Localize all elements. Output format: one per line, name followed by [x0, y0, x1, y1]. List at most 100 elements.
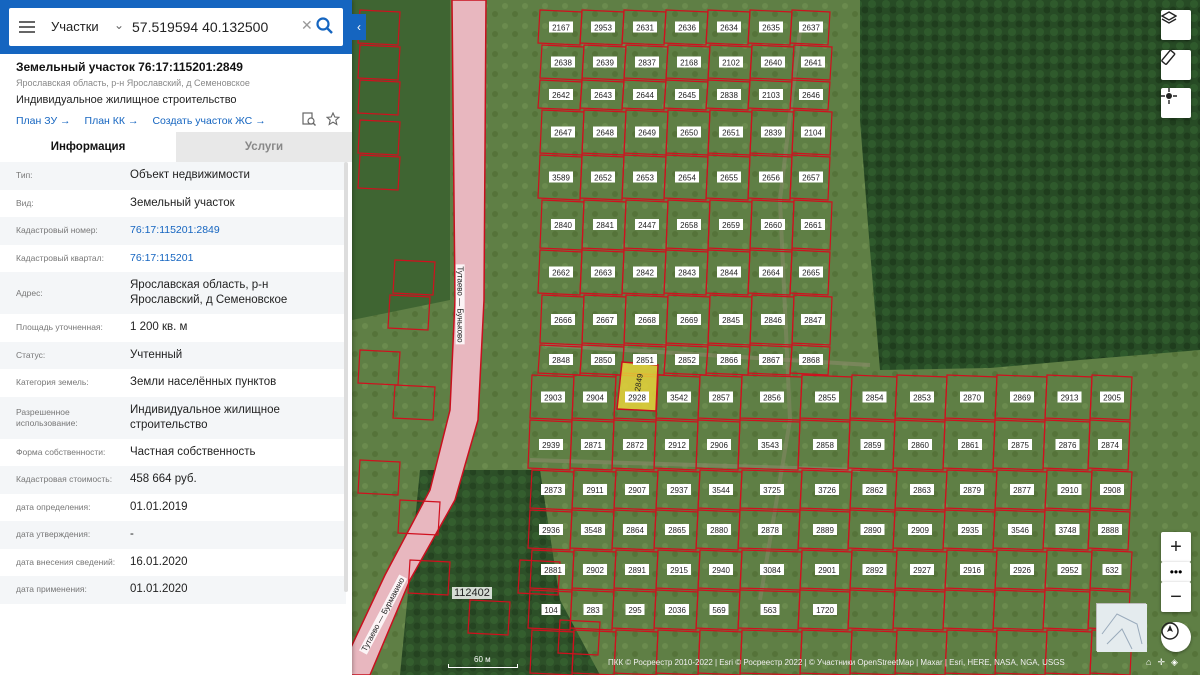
- panel-scrollbar[interactable]: [344, 162, 348, 592]
- plot-number[interactable]: 2662: [552, 269, 570, 278]
- plot-number[interactable]: 2906: [710, 441, 728, 450]
- plot-number[interactable]: 2905: [1103, 394, 1121, 403]
- plot-number[interactable]: 2873: [544, 486, 562, 495]
- plot-number[interactable]: 3084: [763, 566, 781, 575]
- plot-number[interactable]: 2653: [636, 174, 654, 183]
- tab-info[interactable]: Информация: [0, 132, 176, 162]
- plot-number[interactable]: 2103: [762, 91, 780, 100]
- plot-number[interactable]: 2168: [680, 59, 698, 68]
- plot-number[interactable]: 2870: [963, 394, 981, 403]
- plot-number[interactable]: 2636: [678, 24, 696, 33]
- plot-number[interactable]: 2876: [1059, 441, 1077, 450]
- plot-number[interactable]: 2904: [586, 394, 604, 403]
- plot-number[interactable]: 2872: [626, 441, 644, 450]
- plot-number[interactable]: 2668: [638, 316, 656, 325]
- plot-number[interactable]: 2916: [963, 566, 981, 575]
- plot-number[interactable]: 2837: [638, 59, 656, 68]
- plot-number[interactable]: 2669: [680, 316, 698, 325]
- create-plot-link[interactable]: Создать участок ЖС →: [152, 115, 265, 127]
- plot-number[interactable]: 2890: [864, 526, 882, 535]
- plot-number[interactable]: 2855: [818, 394, 836, 403]
- plot-number[interactable]: 2643: [594, 91, 612, 100]
- plot-number[interactable]: 2940: [712, 566, 730, 575]
- plot-number[interactable]: 2642: [552, 91, 570, 100]
- plot-number[interactable]: 2889: [816, 526, 834, 535]
- plot-number[interactable]: 2901: [818, 566, 836, 575]
- plot-number[interactable]: 2912: [668, 441, 686, 450]
- plot-number[interactable]: 2663: [594, 269, 612, 278]
- plot-number[interactable]: 2860: [911, 441, 929, 450]
- plot-number[interactable]: 2857: [712, 394, 730, 403]
- plot-number[interactable]: 2869: [1013, 394, 1031, 403]
- plot-number[interactable]: 2858: [816, 441, 834, 450]
- plot-number[interactable]: 2859: [864, 441, 882, 450]
- plan-kk-link[interactable]: План КК →: [85, 115, 139, 127]
- plot-number[interactable]: 3548: [584, 526, 602, 535]
- plot-number[interactable]: 2892: [866, 566, 884, 575]
- plot-number[interactable]: 2908: [1103, 486, 1121, 495]
- locate-button[interactable]: [1161, 88, 1191, 118]
- plot-number[interactable]: 2847: [804, 316, 822, 325]
- plot-number[interactable]: 2928: [628, 394, 646, 403]
- plot-number[interactable]: 2652: [594, 174, 612, 183]
- plot-number[interactable]: 3544: [712, 486, 730, 495]
- plot-number[interactable]: 2880: [710, 526, 728, 535]
- plot-number[interactable]: 2840: [554, 221, 572, 230]
- plan-zu-link[interactable]: План ЗУ →: [16, 115, 71, 127]
- plot-number[interactable]: 2937: [670, 486, 688, 495]
- clear-icon[interactable]: ✕: [301, 17, 313, 34]
- plot-number[interactable]: 2631: [636, 24, 654, 33]
- plot-number[interactable]: 3589: [552, 174, 570, 183]
- compass-button[interactable]: [1161, 622, 1191, 652]
- plot-number[interactable]: 2664: [762, 269, 780, 278]
- zoom-out-button[interactable]: −: [1161, 582, 1191, 612]
- plot-number[interactable]: 2875: [1011, 441, 1029, 450]
- plot-number[interactable]: 2839: [764, 129, 782, 138]
- property-value-link[interactable]: 76:17:115201: [130, 245, 346, 272]
- layer-select[interactable]: Участки: [51, 19, 99, 34]
- property-value-link[interactable]: 76:17:115201:2849: [130, 217, 346, 244]
- plot-number[interactable]: 2638: [554, 59, 572, 68]
- plot-number[interactable]: 2867: [762, 356, 780, 365]
- plot-number[interactable]: 2649: [638, 129, 656, 138]
- layers-button[interactable]: [1161, 10, 1191, 40]
- search-icon[interactable]: [316, 17, 334, 35]
- plot-number[interactable]: 632: [1105, 566, 1119, 575]
- plot-number[interactable]: 2650: [680, 129, 698, 138]
- plot-number[interactable]: 563: [763, 606, 777, 615]
- plot-number[interactable]: 2645: [678, 91, 696, 100]
- plot-number[interactable]: 2640: [764, 59, 782, 68]
- plot-number[interactable]: 2651: [722, 129, 740, 138]
- plot-number[interactable]: 2447: [638, 221, 656, 230]
- plot-number[interactable]: 2927: [913, 566, 931, 575]
- plot-number[interactable]: 2910: [1061, 486, 1079, 495]
- plot-number[interactable]: 2915: [670, 566, 688, 575]
- plot-number[interactable]: 2891: [628, 566, 646, 575]
- plot-number[interactable]: 2881: [544, 566, 562, 575]
- plot-number[interactable]: 2865: [668, 526, 686, 535]
- plot-number[interactable]: 2666: [554, 316, 572, 325]
- plot-number[interactable]: 2667: [596, 316, 614, 325]
- plot-number[interactable]: 2852: [678, 356, 696, 365]
- plot-number[interactable]: 2660: [764, 221, 782, 230]
- plot-number[interactable]: 2665: [802, 269, 820, 278]
- plot-number[interactable]: 2850: [594, 356, 612, 365]
- plot-number[interactable]: 2036: [668, 606, 686, 615]
- plot-number[interactable]: 2659: [722, 221, 740, 230]
- plot-number[interactable]: 2848: [552, 356, 570, 365]
- plot-number[interactable]: 3726: [818, 486, 836, 495]
- plot-number[interactable]: 2902: [586, 566, 604, 575]
- plot-number[interactable]: 2936: [542, 526, 560, 535]
- plot-number[interactable]: 2864: [626, 526, 644, 535]
- home-icon[interactable]: ⌂: [1146, 657, 1151, 668]
- plot-number[interactable]: 2661: [804, 221, 822, 230]
- tab-services[interactable]: Услуги: [176, 132, 352, 162]
- minimap[interactable]: [1096, 603, 1147, 652]
- plot-number[interactable]: 2846: [764, 316, 782, 325]
- hamburger-menu-icon[interactable]: [19, 19, 35, 35]
- plot-number[interactable]: 2838: [720, 91, 738, 100]
- plot-number[interactable]: 2866: [720, 356, 738, 365]
- plot-number[interactable]: 2167: [552, 24, 570, 33]
- plot-number[interactable]: 2862: [866, 486, 884, 495]
- more-button[interactable]: •••: [1161, 562, 1191, 582]
